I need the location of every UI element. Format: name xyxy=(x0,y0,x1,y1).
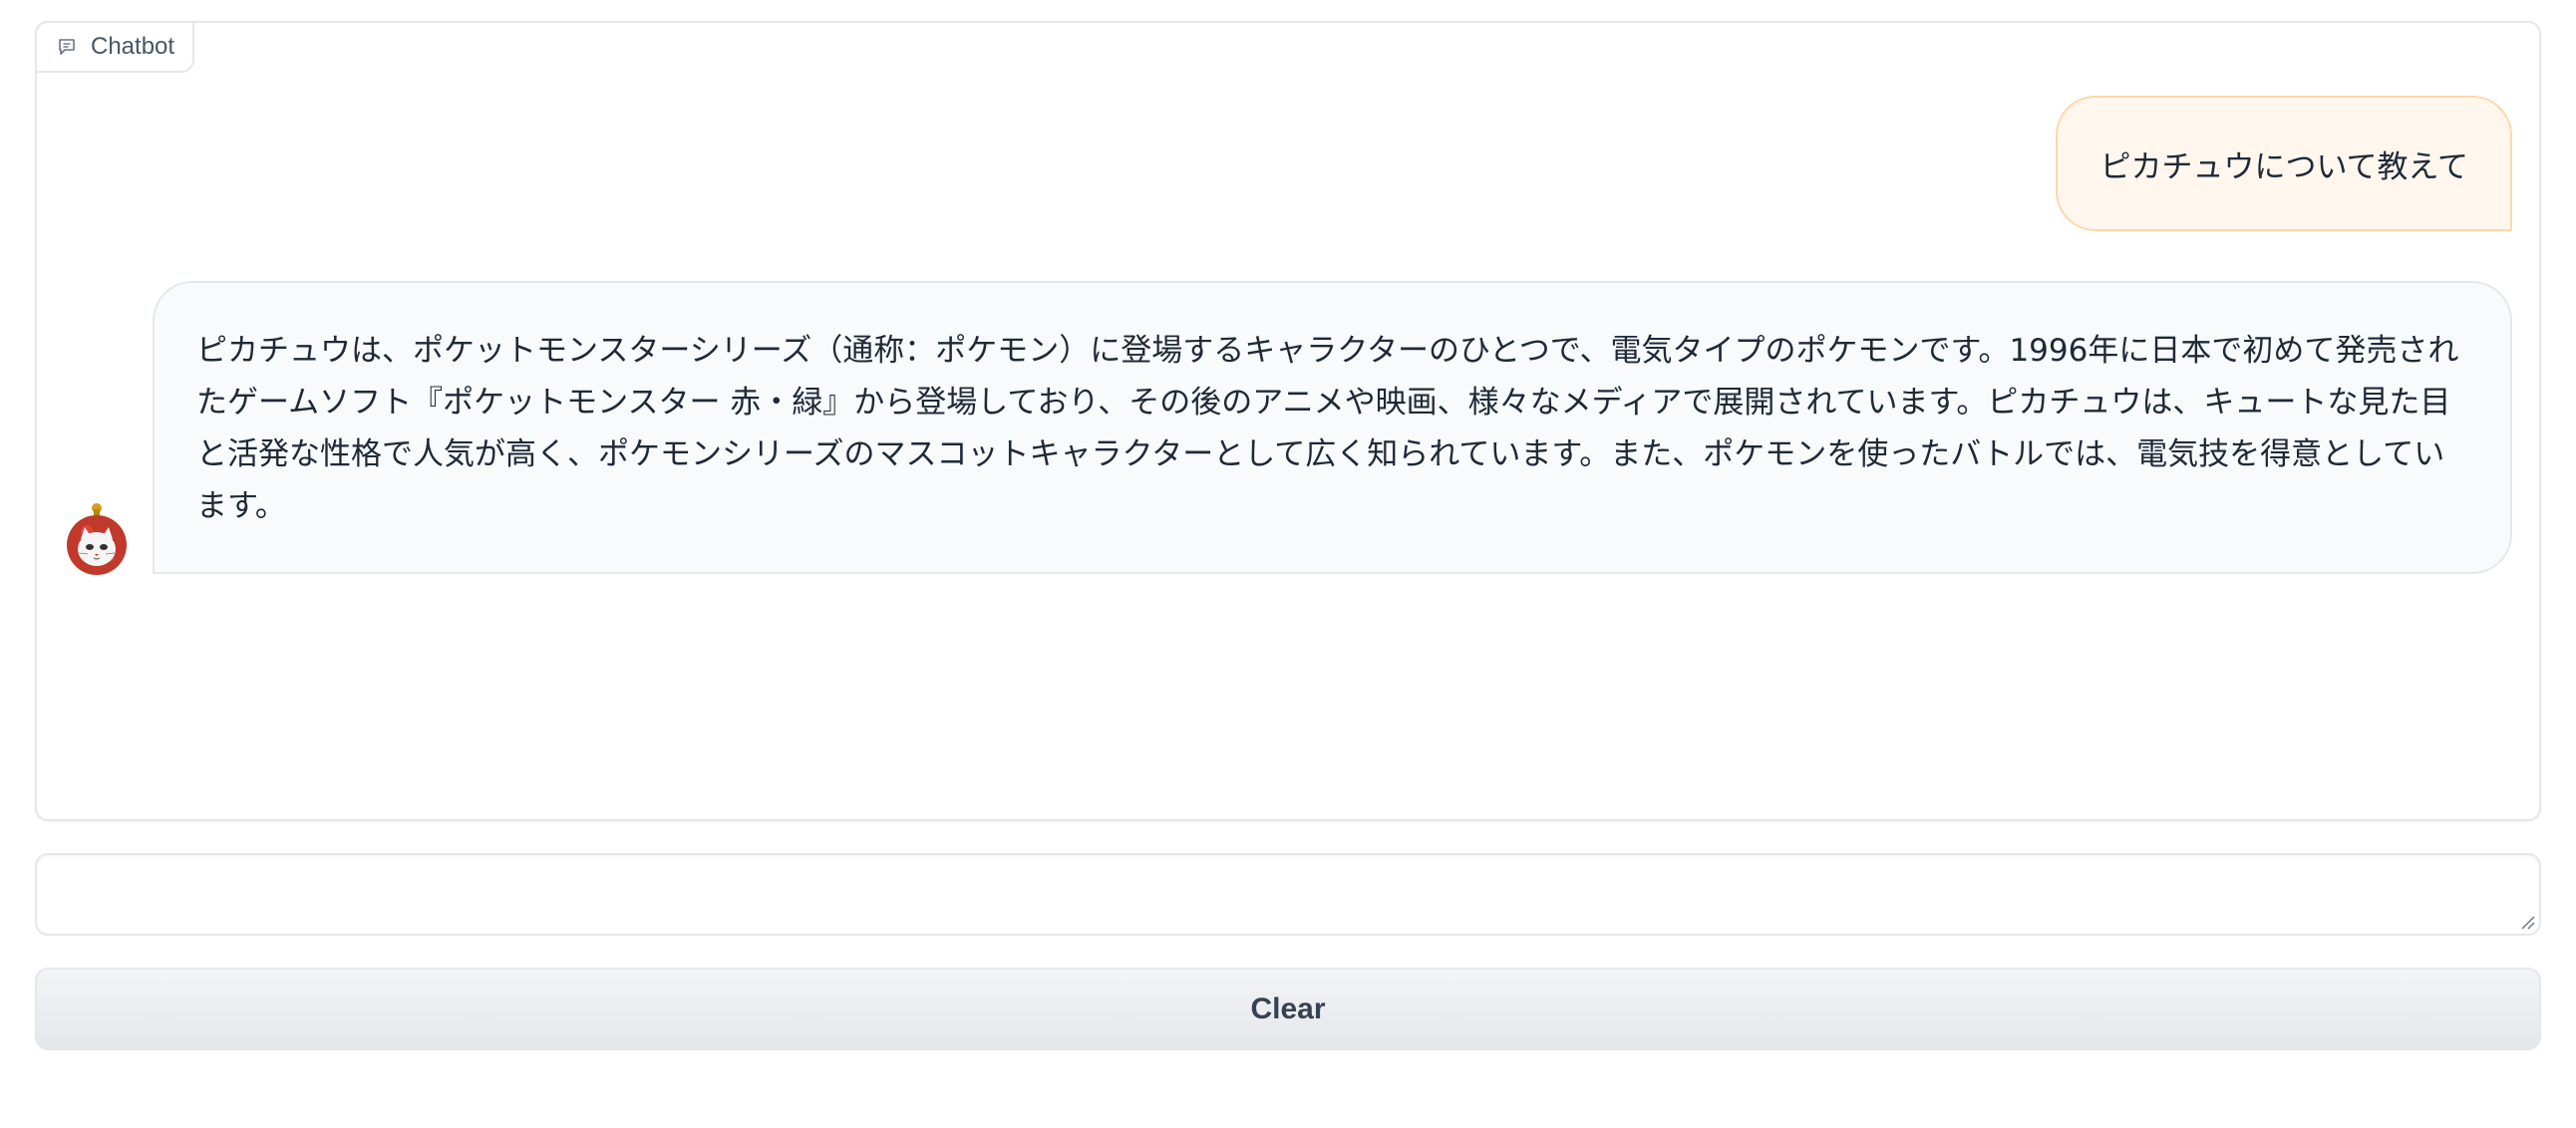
clear-button[interactable]: Clear xyxy=(35,968,2541,1050)
chatbot-panel: Chatbot ピカチュウについて教えて ピカチュウは、ポケットモンスターシリー… xyxy=(35,21,2541,821)
user-message: ピカチュウについて教えて xyxy=(2056,96,2512,231)
message-input[interactable] xyxy=(37,855,2539,934)
clear-button-label: Clear xyxy=(1250,991,1326,1025)
resize-handle-icon[interactable] xyxy=(2519,914,2535,930)
daruma-cat-avatar xyxy=(67,503,127,575)
bot-avatar xyxy=(65,499,129,577)
user-message-text: ピカチュウについて教えて xyxy=(2099,148,2468,185)
chat-icon xyxy=(57,37,77,57)
message-input-container xyxy=(35,853,2541,936)
bot-message: ピカチュウは、ポケットモンスターシリーズ（通称：ポケモン）に登場するキャラクター… xyxy=(153,281,2512,574)
chatbot-label: Chatbot xyxy=(35,21,195,73)
chatbot-label-text: Chatbot xyxy=(91,33,175,60)
bot-message-text: ピカチュウは、ポケットモンスターシリーズ（通称：ポケモン）に登場するキャラクター… xyxy=(196,333,2459,524)
